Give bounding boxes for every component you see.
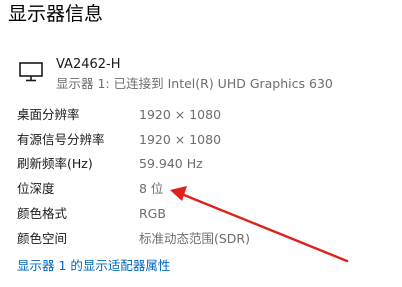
info-label: 位深度 [17, 181, 55, 196]
page-title: 显示器信息 [8, 3, 104, 25]
info-value: 标准动态范围(SDR) [139, 231, 250, 246]
info-label: 颜色格式 [17, 206, 68, 221]
display-name: VA2462-H [56, 57, 121, 72]
monitor-icon [19, 62, 43, 82]
info-row-bit-depth: 位深度 8 位 [17, 179, 377, 199]
info-label: 桌面分辨率 [17, 107, 80, 122]
info-label: 刷新频率(Hz) [17, 156, 93, 171]
info-value: 8 位 [139, 181, 164, 196]
info-value: RGB [139, 206, 166, 221]
info-label: 颜色空间 [17, 231, 68, 246]
info-row-active-signal-resolution: 有源信号分辨率 1920 × 1080 [17, 130, 377, 150]
info-value: 1920 × 1080 [139, 132, 222, 147]
info-row-color-format: 颜色格式 RGB [17, 204, 377, 224]
info-label: 有源信号分辨率 [17, 132, 105, 147]
info-value: 1920 × 1080 [139, 107, 222, 122]
info-row-color-space: 颜色空间 标准动态范围(SDR) [17, 229, 377, 249]
display-info-page: 显示器信息 VA2462-H 显示器 1: 已连接到 Intel(R) UHD … [0, 0, 402, 287]
info-row-desktop-resolution: 桌面分辨率 1920 × 1080 [17, 105, 377, 125]
display-adapter-properties-link[interactable]: 显示器 1 的显示适配器属性 [17, 256, 170, 276]
display-connection: 显示器 1: 已连接到 Intel(R) UHD Graphics 630 [56, 76, 333, 91]
info-row-refresh-rate: 刷新频率(Hz) 59.940 Hz [17, 154, 377, 174]
info-value: 59.940 Hz [139, 156, 203, 171]
